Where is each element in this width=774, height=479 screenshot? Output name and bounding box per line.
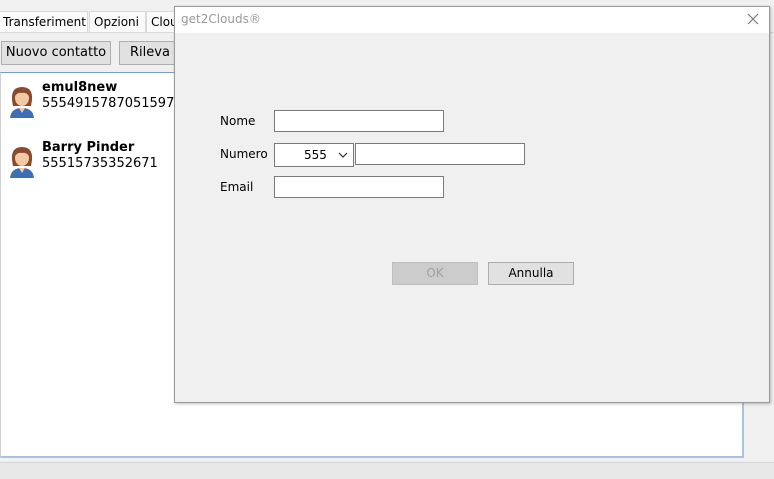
dialog-titlebar[interactable]: get2Clouds® xyxy=(175,7,769,33)
number-input[interactable] xyxy=(355,143,525,165)
new-contact-button[interactable]: Nuovo contatto xyxy=(1,41,111,65)
ok-button[interactable]: OK xyxy=(392,262,478,285)
tab-opzioni[interactable]: Opzioni xyxy=(89,11,146,33)
contact-name: emul8new xyxy=(42,80,118,95)
email-input[interactable] xyxy=(274,176,444,198)
new-contact-dialog: get2Clouds® Nome Numero 555 Email OK Ann… xyxy=(174,6,770,403)
status-bar xyxy=(0,462,774,479)
name-input[interactable] xyxy=(274,110,444,132)
tab-transferimenti[interactable]: Transferimenti xyxy=(0,11,88,33)
close-icon[interactable] xyxy=(745,11,761,27)
contact-number: 5554915787051597 xyxy=(42,96,175,111)
contact-name: Barry Pinder xyxy=(42,140,135,155)
dialog-title: get2Clouds® xyxy=(181,12,261,26)
female-avatar-icon xyxy=(10,147,34,178)
number-prefix-value: 555 xyxy=(304,148,327,162)
contact-number: 55515735352671 xyxy=(42,156,158,171)
chevron-down-icon xyxy=(338,152,348,158)
cancel-button[interactable]: Annulla xyxy=(488,262,574,285)
email-label: Email xyxy=(220,180,254,194)
number-label: Numero xyxy=(220,147,268,161)
female-avatar-icon xyxy=(10,87,34,118)
number-prefix-select[interactable]: 555 xyxy=(274,143,354,167)
name-label: Nome xyxy=(220,114,256,128)
